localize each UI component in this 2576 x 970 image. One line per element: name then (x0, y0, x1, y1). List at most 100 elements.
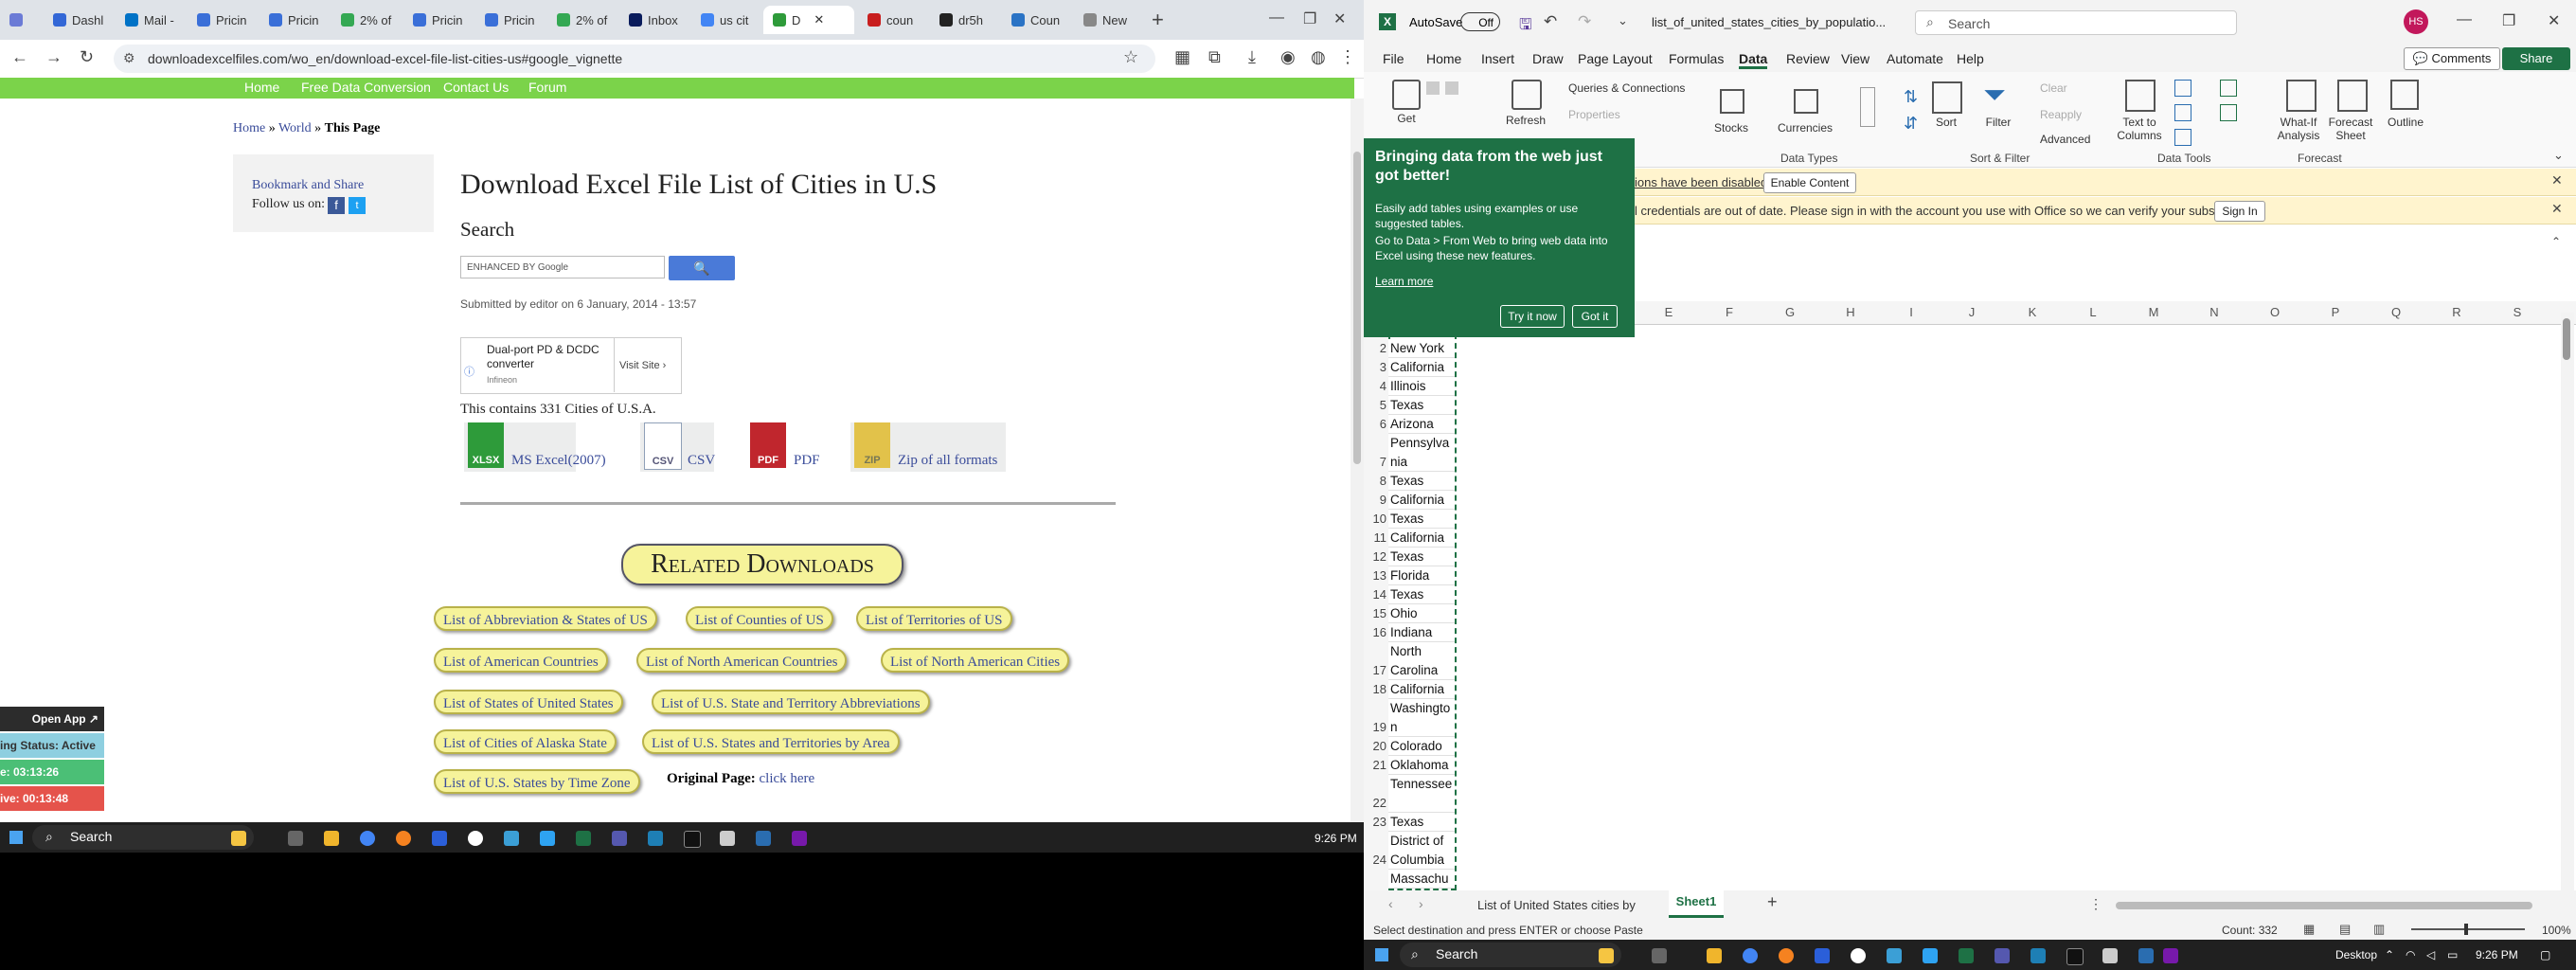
data-validation-icon[interactable] (2174, 129, 2191, 146)
facebook-icon[interactable]: f (328, 197, 345, 214)
flash-fill-icon[interactable] (2174, 80, 2191, 97)
table-cell[interactable]: Oklahoma (1388, 756, 1455, 775)
table-cell[interactable]: California (1388, 529, 1455, 548)
col-header-H[interactable]: H (1820, 301, 1881, 324)
menu-draw[interactable]: Draw (1532, 51, 1564, 66)
file-name[interactable]: list_of_united_states_cities_by_populati… (1652, 15, 1886, 29)
app-icon-3-right[interactable] (2066, 948, 2084, 965)
get-data-icon[interactable] (1392, 80, 1421, 110)
minimize-icon[interactable]: — (1269, 9, 1284, 27)
learn-more-link[interactable]: Learn more (1375, 275, 1433, 288)
onenote-icon[interactable] (792, 831, 807, 846)
tab-5[interactable]: 2% of (331, 6, 402, 34)
app-icon-4-right[interactable] (2102, 948, 2118, 963)
tab-6[interactable]: Pricin (403, 6, 474, 34)
profile-icon[interactable]: ◉ (1280, 47, 1296, 67)
spreadsheet-grid[interactable] (1364, 299, 2576, 890)
row-number[interactable]: 13 (1366, 568, 1386, 583)
related-link-4[interactable]: List of American Countries (434, 648, 608, 673)
download-pdf-link[interactable]: PDF (794, 453, 820, 469)
app-blue-icon[interactable] (540, 831, 555, 846)
zoom-slider-thumb[interactable] (2464, 924, 2468, 935)
related-link-9[interactable]: List of Cities of Alaska State (434, 729, 617, 754)
onenote-icon-right[interactable] (2163, 948, 2178, 963)
start-icon[interactable] (9, 831, 23, 844)
excel-minimize-icon[interactable]: — (2457, 11, 2472, 28)
table-cell[interactable]: Colorado (1388, 737, 1455, 756)
text-to-columns-icon[interactable] (2125, 80, 2156, 112)
col-header-G[interactable]: G (1760, 301, 1820, 324)
nav-home[interactable]: Home (244, 80, 279, 95)
twitter-icon[interactable]: t (349, 197, 366, 214)
get-data-label[interactable]: Get (1392, 112, 1421, 125)
volume-icon[interactable]: ◁ (2426, 948, 2435, 961)
desktop-label[interactable]: Desktop (2335, 948, 2377, 961)
ad-visit-site[interactable]: Visit Site › (619, 360, 666, 371)
sign-in-button[interactable]: Sign In (2214, 201, 2265, 222)
row-number[interactable]: 17 (1366, 663, 1386, 677)
add-sheet-icon[interactable]: + (1767, 892, 1778, 912)
close-message-1-icon[interactable]: ✕ (2551, 172, 2563, 189)
horizontal-scrollbar[interactable] (2116, 902, 2532, 909)
currencies-label[interactable]: Currencies (1775, 121, 1835, 135)
share-button[interactable]: Share (2502, 47, 2570, 70)
related-link-3[interactable]: List of Territories of US (856, 606, 1012, 631)
excel-vertical-scrollbar[interactable] (2561, 313, 2574, 890)
col-header-P[interactable]: P (2305, 301, 2366, 324)
row-number[interactable]: 21 (1366, 758, 1386, 772)
row-number[interactable]: 14 (1366, 587, 1386, 602)
col-header-J[interactable]: J (1941, 301, 2002, 324)
battery-icon[interactable]: ▭ (2447, 948, 2458, 961)
col-header-I[interactable]: I (1881, 301, 1941, 324)
sort-label[interactable]: Sort (1932, 116, 1960, 129)
col-header-Q[interactable]: Q (2366, 301, 2426, 324)
menu-automate[interactable]: Automate (1887, 51, 1943, 66)
excel-taskbar-icon-right[interactable] (1959, 948, 1974, 963)
url-field[interactable]: downloadexcelfiles.com/wo_en/download-ex… (114, 45, 1155, 73)
data-types-expand[interactable] (1860, 87, 1875, 127)
tab-4[interactable]: Pricin (259, 6, 330, 34)
menu-formulas[interactable]: Formulas (1669, 51, 1724, 66)
app-icon-4[interactable] (720, 831, 735, 846)
row-number[interactable]: 15 (1366, 606, 1386, 620)
macros-disabled-text[interactable]: ions have been disabled (1635, 175, 1767, 189)
edge-icon-right[interactable] (1887, 948, 1902, 963)
col-header-S[interactable]: S (2487, 301, 2548, 324)
close-tab-icon[interactable]: ✕ (814, 12, 824, 27)
table-cell[interactable]: Texas (1388, 510, 1455, 529)
related-link-2[interactable]: List of Counties of US (686, 606, 833, 631)
app-white-icon-right[interactable] (1851, 948, 1866, 963)
copilot-icon-right[interactable] (1599, 948, 1614, 963)
page-layout-view-icon[interactable]: ▤ (2339, 922, 2351, 937)
related-link-5[interactable]: List of North American Countries (636, 648, 848, 673)
menu-home[interactable]: Home (1426, 51, 1461, 66)
currencies-icon[interactable] (1794, 89, 1818, 114)
app-white-icon[interactable] (468, 831, 483, 846)
enable-content-button[interactable]: Enable Content (1763, 172, 1856, 193)
tab-options-icon[interactable]: ⋮ (2089, 896, 2102, 912)
from-web-icon[interactable] (1445, 81, 1458, 95)
col-header-L[interactable]: L (2063, 301, 2123, 324)
menu-file[interactable]: File (1383, 51, 1404, 66)
table-cell[interactable]: Arizona (1388, 415, 1455, 434)
table-cell[interactable]: Texas (1388, 585, 1455, 604)
ribbon-collapse-icon[interactable]: ⌄ (2553, 148, 2564, 163)
menu-review[interactable]: Review (1786, 51, 1830, 66)
copilot-icon[interactable] (231, 831, 246, 846)
redo-icon[interactable]: ↷ (1578, 12, 1591, 31)
tab-15[interactable]: New (1074, 6, 1144, 34)
excel-close-icon[interactable]: ✕ (2548, 11, 2560, 30)
comments-button[interactable]: 💬 Comments (2404, 47, 2500, 70)
tab-14[interactable]: Coun (1002, 6, 1072, 34)
menu-dots-icon[interactable]: ⋮ (1339, 47, 1356, 67)
search-input[interactable]: ENHANCED BY Google (460, 256, 665, 278)
table-cell[interactable]: Texas (1388, 396, 1455, 415)
breadcrumb-world[interactable]: World (278, 121, 312, 135)
from-text-icon[interactable] (1426, 81, 1440, 95)
what-if-icon[interactable] (2286, 80, 2317, 112)
filter-label[interactable]: Filter (1981, 116, 2015, 129)
remove-duplicates-icon[interactable] (2174, 104, 2191, 121)
normal-view-icon[interactable]: ▦ (2303, 922, 2315, 937)
extension-icon[interactable]: ▦ (1174, 47, 1190, 67)
page-break-view-icon[interactable]: ▥ (2373, 922, 2385, 937)
